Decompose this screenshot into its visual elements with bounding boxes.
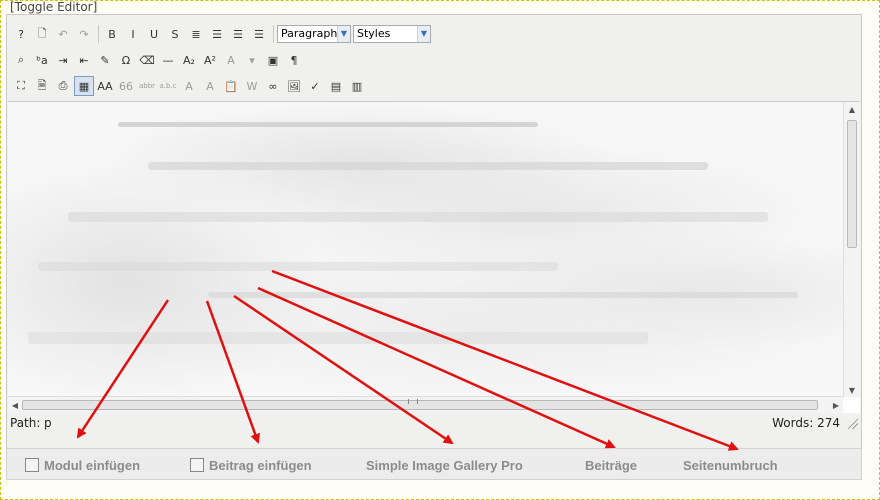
fullscreen-icon[interactable]: ⛶ [11,76,31,96]
redacted-line [148,162,708,170]
module-insert-button[interactable]: Modul einfügen [25,455,140,475]
redacted-line [118,122,538,127]
align-right-icon[interactable]: ☰ [249,24,269,44]
find-icon[interactable]: ⌕ [11,50,31,70]
quote-icon[interactable]: 66 [116,76,136,96]
undo-icon[interactable]: ↶ [53,24,73,44]
editor-container: ? 🗋 ↶ ↷ B I U S ≣ ☰ ☰ ☰ Paragraph ▼ Styles ▼ ⌕ ᵇa ⇥ ⇤ ✎ Ω ⌫ — A… [6,14,862,450]
template-icon[interactable]: ▣ [263,50,283,70]
styles-select-value: Styles [357,27,391,40]
align-justify-icon[interactable]: ≣ [186,24,206,44]
acronym-icon[interactable]: a.b.c [158,76,178,96]
paste-word-icon[interactable]: W [242,76,262,96]
underline-icon[interactable]: U [144,24,164,44]
scroll-up-icon[interactable]: ▲ [844,102,860,116]
redacted-line [28,332,648,344]
articles-button[interactable]: Beiträge [585,455,637,475]
toolbar-separator [98,25,99,43]
text-color-dropdown-icon[interactable]: ▾ [242,50,262,70]
italic-icon[interactable]: I [123,24,143,44]
chevron-down-icon[interactable]: ▼ [417,26,430,42]
preview-icon[interactable]: 🗎 [32,76,52,96]
page-break-label: Seitenumbruch [683,457,778,473]
chevron-down-icon[interactable]: ▼ [337,26,350,42]
resize-handle-icon[interactable] [848,419,858,429]
cleanup-icon[interactable]: ✎ [95,50,115,70]
path-element-p[interactable]: p [44,413,52,433]
status-bar: Path: p Words: 274 [8,413,860,433]
image-icon[interactable]: 🖼 [284,76,304,96]
format-select-value: Paragraph [281,27,338,40]
horizontal-rule-icon[interactable]: — [158,50,178,70]
special-char-icon[interactable]: Ω [116,50,136,70]
help-icon[interactable]: ? [11,24,31,44]
scroll-down-icon[interactable]: ▼ [844,383,860,397]
style-props-icon[interactable]: AA [95,76,115,96]
horizontal-scroll-thumb[interactable] [22,400,818,410]
print-icon[interactable]: ⎙ [53,76,73,96]
toolbar-row-1: ? 🗋 ↶ ↷ B I U S ≣ ☰ ☰ ☰ Paragraph ▼ Styles ▼ [11,23,433,45]
align-left-icon[interactable]: ☰ [228,24,248,44]
outdent-icon[interactable]: ⇤ [74,50,94,70]
vertical-scrollbar[interactable]: ▲ ▼ [843,102,860,397]
image-gallery-button[interactable]: Simple Image Gallery Pro [366,455,523,475]
layer-icon[interactable]: ▥ [347,76,367,96]
editor-content-area[interactable]: ▲ ▼ ◀ ▶ [8,101,860,413]
eraser-icon[interactable]: ⌫ [137,50,157,70]
horizontal-scrollbar[interactable]: ◀ ▶ [8,396,843,413]
toggle-editor-link[interactable]: [Toggle Editor] [10,0,97,14]
word-count: Words: 274 [772,416,840,430]
insert-text-icon[interactable]: A [200,76,220,96]
scroll-grip-icon [408,399,418,404]
toolbar-row-2: ⌕ ᵇa ⇥ ⇤ ✎ Ω ⌫ — A₂ A² A ▾ ▣ ¶ [11,49,305,71]
table-icon[interactable]: ▤ [326,76,346,96]
align-center-icon[interactable]: ☰ [207,24,227,44]
article-insert-label: Beitrag einfügen [209,457,312,473]
bold-icon[interactable]: B [102,24,122,44]
redacted-line [208,292,798,298]
scroll-right-icon[interactable]: ▶ [829,397,843,413]
toolbar-separator [273,25,274,43]
visual-aid-icon[interactable]: ▦ [74,76,94,96]
pilcrow-icon[interactable]: ¶ [284,50,304,70]
indent-icon[interactable]: ⇥ [53,50,73,70]
toolbar-row-3: ⛶ 🗎 ⎙ ▦ AA 66 abbr a.b.c A A 📋 W ∞ 🖼 ✓ ▤ ▥ [11,75,368,97]
module-icon [25,458,39,472]
page-break-button[interactable]: Seitenumbruch [683,455,778,475]
article-insert-button[interactable]: Beitrag einfügen [190,455,312,475]
article-icon [190,458,204,472]
path-label: Path: [10,416,41,430]
styles-select[interactable]: Styles ▼ [353,25,431,43]
replace-icon[interactable]: ᵇa [32,50,52,70]
subscript-icon[interactable]: A₂ [179,50,199,70]
spellcheck-icon[interactable]: ✓ [305,76,325,96]
redacted-line [38,262,558,271]
superscript-icon[interactable]: A² [200,50,220,70]
link-icon[interactable]: ∞ [263,76,283,96]
new-document-icon[interactable]: 🗋 [32,24,52,44]
strikethrough-icon[interactable]: S [165,24,185,44]
vertical-scroll-thumb[interactable] [847,120,857,248]
text-color-icon[interactable]: A [221,50,241,70]
image-gallery-label: Simple Image Gallery Pro [366,457,523,473]
redacted-content [8,102,843,397]
paste-text-icon[interactable]: 📋 [221,76,241,96]
scroll-left-icon[interactable]: ◀ [8,397,22,413]
module-insert-label: Modul einfügen [44,457,141,473]
editor-button-bar: Modul einfügen Beitrag einfügen Simple I… [6,448,862,480]
redacted-line [68,212,768,222]
abbr-icon[interactable]: abbr [137,76,157,96]
delete-text-icon[interactable]: A [179,76,199,96]
redo-icon[interactable]: ↷ [74,24,94,44]
format-select[interactable]: Paragraph ▼ [277,25,351,43]
articles-label: Beiträge [585,457,638,473]
